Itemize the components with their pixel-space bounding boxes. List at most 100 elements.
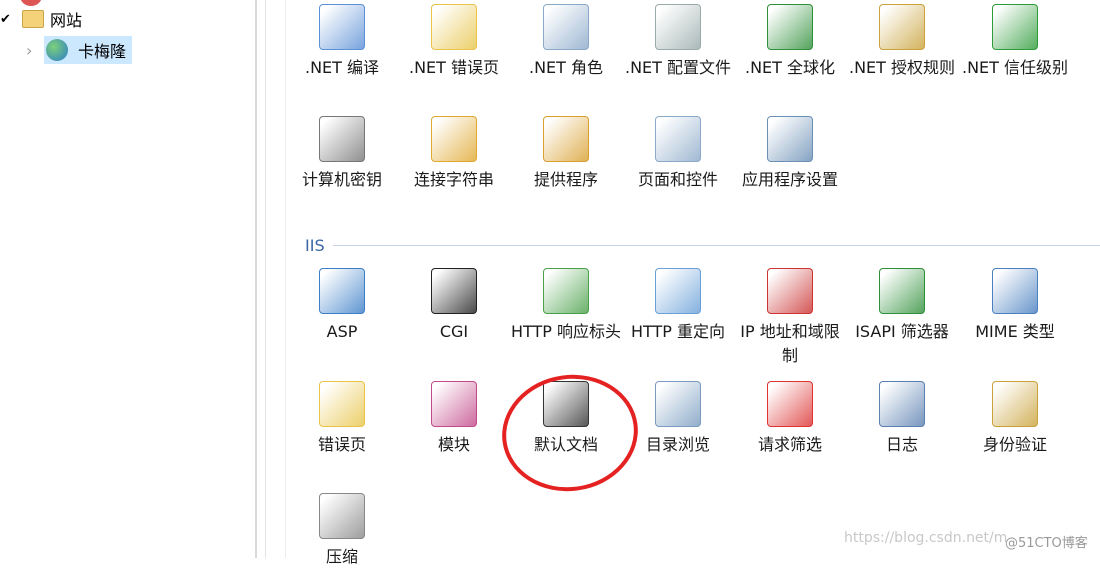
feature-label: 模块 <box>437 435 470 454</box>
server-icon <box>20 0 42 6</box>
pages-controls-icon <box>655 116 701 162</box>
mime-types-icon <box>992 268 1038 314</box>
feature-label: .NET 错误页 <box>408 58 500 77</box>
feature-label: MIME 类型 <box>975 322 1055 341</box>
site-label: 卡梅隆 <box>78 42 127 61</box>
isapi-filter-icon <box>879 268 925 314</box>
feature-roles-tag[interactable]: .NET 角色 <box>510 4 622 80</box>
feature-label: S <box>1071 320 1100 344</box>
authorization-lock-icon <box>879 4 925 50</box>
connection-string-icon <box>431 116 477 162</box>
chevron-right-icon[interactable]: › <box>26 41 44 60</box>
feature-app-settings[interactable]: 应用程序设置 <box>734 116 846 192</box>
authentication-icon <box>992 381 1038 427</box>
feature-label: ASP <box>326 322 358 341</box>
feature-ip-restrictions[interactable]: IP 地址和域限制 <box>734 268 846 368</box>
feature-label: .N <box>1071 56 1100 80</box>
feature-compile[interactable]: .NET 编译 <box>286 4 398 80</box>
feature-label: 压缩 <box>325 547 358 566</box>
tree-node-sites[interactable]: ✔ 网站 <box>0 7 82 31</box>
feature-label: 应用程序设置 <box>741 170 838 189</box>
trust-check-icon <box>992 4 1038 50</box>
feature-isapi-filter[interactable]: ISAPI 筛选器 <box>846 268 958 344</box>
feature-pages-controls[interactable]: 页面和控件 <box>622 116 734 192</box>
globe-icon <box>767 4 813 50</box>
roles-tag-icon <box>543 4 589 50</box>
selected-site[interactable]: 卡梅隆 <box>44 36 133 64</box>
providers-icon <box>543 116 589 162</box>
error-pages-icon <box>319 381 365 427</box>
feature-label: HTTP 响应标头 <box>510 322 622 341</box>
feature-cgi[interactable]: CGI <box>398 268 510 344</box>
feature-http-headers[interactable]: HTTP 响应标头 <box>510 268 622 344</box>
sites-label: 网站 <box>50 11 83 30</box>
feature-error-pages[interactable]: 错误页 <box>286 381 398 457</box>
feature-connection-string[interactable]: 连接字符串 <box>398 116 510 192</box>
feature-authentication[interactable]: 身份验证 <box>959 381 1071 457</box>
feature-authorization-lock[interactable]: .NET 授权规则 <box>846 4 958 80</box>
feature-label: 请求筛选 <box>757 435 822 454</box>
feature-label: .NET 信任级别 <box>961 58 1069 77</box>
feature-label: 连接字符串 <box>413 170 494 189</box>
feature-label: IP 地址和域限制 <box>740 322 840 365</box>
directory-browsing-icon <box>655 381 701 427</box>
pane-splitter[interactable] <box>255 0 257 558</box>
feature-request-filtering[interactable]: 请求筛选 <box>734 381 846 457</box>
compression-icon <box>319 493 365 539</box>
tree-node-top[interactable] <box>20 0 42 6</box>
feature-label: CGI <box>439 322 469 341</box>
asp-icon <box>319 268 365 314</box>
cgi-icon <box>431 268 477 314</box>
feature-error-404[interactable]: .NET 错误页 <box>398 4 510 80</box>
feature-partial[interactable]: S <box>1071 268 1100 344</box>
feature-partial[interactable]: 失 <box>1071 381 1100 457</box>
request-filtering-icon <box>767 381 813 427</box>
feature-label: .NET 编译 <box>304 58 380 77</box>
modules-icon <box>431 381 477 427</box>
feature-label: 失 <box>1071 433 1100 457</box>
feature-label: 页面和控件 <box>637 170 718 189</box>
connections-tree: ✔ 网站 › 卡梅隆 <box>0 0 256 558</box>
watermark-url: https://blog.csdn.net/m <box>844 530 1008 546</box>
sites-folder-icon <box>22 10 44 28</box>
feature-label: 计算机密钥 <box>301 170 382 189</box>
feature-partial[interactable]: .N <box>1071 4 1100 80</box>
feature-profile[interactable]: .NET 配置文件 <box>622 4 734 80</box>
feature-mime-types[interactable]: MIME 类型 <box>959 268 1071 344</box>
ip-restrictions-icon <box>767 268 813 314</box>
group-header-iis: IIS <box>305 236 1100 255</box>
watermark-site: @51CTO博客 <box>1005 536 1088 551</box>
feature-label: .NET 授权规则 <box>848 58 956 77</box>
group-title: IIS <box>305 236 325 255</box>
feature-label: .NET 配置文件 <box>624 58 732 77</box>
feature-asp[interactable]: ASP <box>286 268 398 344</box>
feature-label: 错误页 <box>317 435 366 454</box>
feature-machine-key[interactable]: 计算机密钥 <box>286 116 398 192</box>
globe-icon <box>46 39 68 61</box>
error-404-icon <box>431 4 477 50</box>
feature-logging[interactable]: 日志 <box>846 381 958 457</box>
divider <box>265 0 266 558</box>
feature-trust-check[interactable]: .NET 信任级别 <box>959 4 1071 80</box>
expanded-check-icon[interactable]: ✔ <box>0 12 14 27</box>
profile-icon <box>655 4 701 50</box>
feature-label: HTTP 重定向 <box>630 322 726 341</box>
tree-node-site[interactable]: › 卡梅隆 <box>26 36 133 64</box>
feature-directory-browsing[interactable]: 目录浏览 <box>622 381 734 457</box>
compile-icon <box>319 4 365 50</box>
feature-http-redirect[interactable]: HTTP 重定向 <box>622 268 734 344</box>
feature-label: .NET 全球化 <box>744 58 836 77</box>
feature-providers[interactable]: 提供程序 <box>510 116 622 192</box>
feature-modules[interactable]: 模块 <box>398 381 510 457</box>
http-redirect-icon <box>655 268 701 314</box>
feature-label: 提供程序 <box>533 170 598 189</box>
app-settings-icon <box>767 116 813 162</box>
group-divider <box>332 245 1100 246</box>
feature-label: 身份验证 <box>982 435 1047 454</box>
feature-label: 日志 <box>885 435 918 454</box>
machine-key-icon <box>319 116 365 162</box>
http-headers-icon <box>543 268 589 314</box>
feature-label: 目录浏览 <box>645 435 710 454</box>
feature-globe[interactable]: .NET 全球化 <box>734 4 846 80</box>
feature-label: .NET 角色 <box>528 58 604 77</box>
